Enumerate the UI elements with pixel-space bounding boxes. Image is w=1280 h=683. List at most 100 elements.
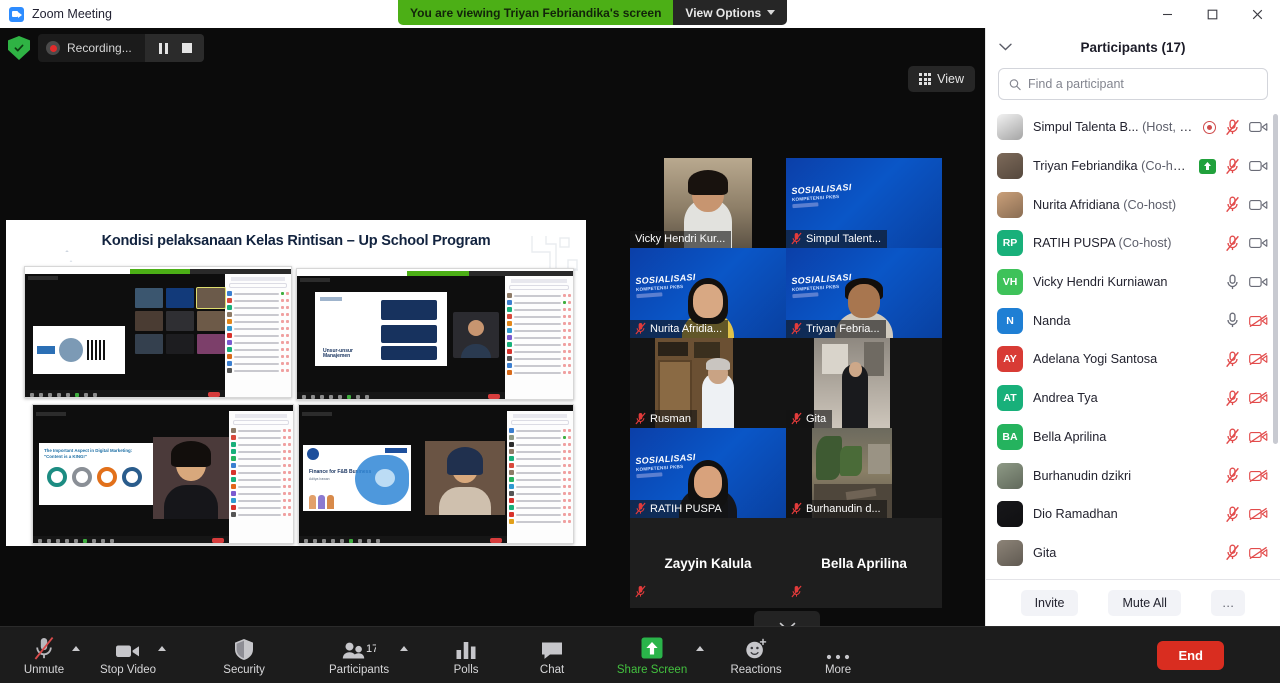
- microphone-muted-icon[interactable]: [1225, 158, 1240, 175]
- video-tile[interactable]: SOSIALISASI KOMPETENSI PKBS: [630, 428, 786, 518]
- microphone-muted-icon[interactable]: [1225, 196, 1240, 213]
- participant-status-icons: [1225, 235, 1268, 252]
- video-camera-off-icon[interactable]: [1249, 391, 1268, 405]
- microphone-icon[interactable]: [1225, 274, 1240, 291]
- participant-row[interactable]: Nurita Afridiana (Co-host): [986, 185, 1280, 224]
- participant-row[interactable]: Simpul Talenta B... (Host, me): [986, 108, 1280, 147]
- microphone-muted-icon[interactable]: [1225, 467, 1240, 484]
- microphone-muted-icon[interactable]: [1225, 390, 1240, 407]
- microphone-muted-icon[interactable]: [1225, 235, 1240, 252]
- end-meeting-button[interactable]: End: [1157, 640, 1224, 670]
- participants-options-caret-icon[interactable]: [400, 645, 409, 651]
- mic-options-caret-icon[interactable]: [72, 645, 80, 651]
- participant-row[interactable]: Burhanudin dzikri: [986, 456, 1280, 495]
- view-button[interactable]: View: [908, 66, 975, 92]
- zoom-meeting-window: Zoom Meeting You are viewing Triyan Febr…: [0, 0, 1280, 683]
- security-button[interactable]: Security: [218, 627, 270, 683]
- microphone-muted-icon[interactable]: [1225, 119, 1240, 136]
- participant-name: Burhanudin dzikri: [1033, 468, 1132, 483]
- participant-row[interactable]: AY Adelana Yogi Santosa: [986, 340, 1280, 379]
- chat-button[interactable]: Chat: [526, 627, 578, 683]
- stop-icon[interactable]: [182, 43, 193, 53]
- video-tile[interactable]: Bella Aprilina: [786, 518, 942, 608]
- panel-collapse-button[interactable]: [996, 38, 1014, 56]
- minimize-icon[interactable]: [1145, 0, 1190, 28]
- tile-name-label: RATIH PUSPA: [630, 500, 728, 518]
- video-camera-icon[interactable]: [1249, 236, 1268, 250]
- video-tile[interactable]: SOSIALISASI KOMPETENSI PKBS: [630, 248, 786, 338]
- mute-all-button[interactable]: Mute All: [1108, 590, 1181, 616]
- participant-row[interactable]: Gita: [986, 534, 1280, 573]
- participant-row[interactable]: VH Vicky Hendri Kurniawan: [986, 263, 1280, 302]
- video-tile[interactable]: SOSIALISASI KOMPETENSI PKBS: [786, 248, 942, 338]
- participant-row[interactable]: BA Bella Aprilina: [986, 418, 1280, 457]
- microphone-muted-icon[interactable]: [1225, 351, 1240, 368]
- share-options-caret-icon[interactable]: [696, 645, 705, 651]
- recording-controls: [144, 34, 205, 62]
- participant-row[interactable]: RP RATIH PUSPA (Co-host): [986, 224, 1280, 263]
- participant-row[interactable]: Dio Ramadhan: [986, 495, 1280, 534]
- video-tile[interactable]: Vicky Hendri Kur...: [630, 158, 786, 248]
- participant-name: Triyan Febriandika (Co-host): [1033, 159, 1189, 174]
- participant-status-icons: [1225, 544, 1268, 561]
- avatar: AT: [997, 385, 1023, 412]
- participant-search[interactable]: [998, 68, 1268, 100]
- invite-button[interactable]: Invite: [1020, 590, 1079, 616]
- nested-zoom-screenshot: Unsur-unsur Manajemen: [296, 268, 574, 400]
- participant-list[interactable]: Simpul Talenta B... (Host, me) Triyan Fe…: [986, 108, 1280, 579]
- tile-name-text: Rusman: [650, 412, 691, 425]
- tile-name-text: Burhanudin d...: [806, 502, 881, 515]
- participant-row[interactable]: AT Andrea Tya: [986, 379, 1280, 418]
- video-camera-off-icon[interactable]: [1249, 546, 1268, 560]
- view-options-button[interactable]: View Options: [673, 0, 788, 25]
- share-screen-button[interactable]: Share Screen: [610, 627, 694, 683]
- security-shield-icon[interactable]: [8, 36, 30, 60]
- video-camera-icon[interactable]: [1249, 275, 1268, 289]
- more-button[interactable]: More: [812, 627, 864, 683]
- video-camera-off-icon[interactable]: [1249, 507, 1268, 521]
- microphone-icon[interactable]: [1225, 312, 1240, 329]
- video-tile[interactable]: SOSIALISASI KOMPETENSI PKBS Simpul Talent…: [786, 158, 942, 248]
- video-tile[interactable]: Burhanudin d...: [786, 428, 942, 518]
- participant-list-scrollbar[interactable]: [1273, 114, 1278, 444]
- avatar: [997, 153, 1023, 180]
- video-tile[interactable]: Zayyin Kalula: [630, 518, 786, 608]
- polls-button[interactable]: Polls: [440, 627, 492, 683]
- reactions-button[interactable]: Reactions: [730, 627, 782, 683]
- participant-name: Simpul Talenta B... (Host, me): [1033, 120, 1193, 135]
- microphone-muted-icon: [635, 585, 646, 598]
- unmute-button[interactable]: Unmute: [18, 627, 70, 683]
- video-tile[interactable]: Rusman: [630, 338, 786, 428]
- video-camera-off-icon[interactable]: [1249, 352, 1268, 366]
- participant-status-icons: [1225, 428, 1268, 445]
- search-input[interactable]: [1028, 77, 1257, 91]
- maximize-icon[interactable]: [1190, 0, 1235, 28]
- video-tile[interactable]: Gita: [786, 338, 942, 428]
- share-screen-up-arrow-icon: [639, 635, 665, 661]
- participants-more-button[interactable]: …: [1210, 590, 1246, 616]
- stop-video-button[interactable]: Stop Video: [100, 627, 156, 683]
- participant-row[interactable]: N Nanda: [986, 301, 1280, 340]
- video-camera-icon[interactable]: [1249, 159, 1268, 173]
- shared-screen-content[interactable]: Kondisi pelaksanaan Kelas Rintisan – Up …: [6, 220, 586, 546]
- pause-icon[interactable]: [158, 42, 169, 54]
- video-camera-off-icon[interactable]: [1249, 430, 1268, 444]
- video-camera-off-icon[interactable]: [1249, 314, 1268, 328]
- virtual-background-logo: SOSIALISASI KOMPETENSI PKBS: [791, 182, 855, 216]
- microphone-muted-icon[interactable]: [1225, 506, 1240, 523]
- participants-button[interactable]: 17 Participants: [320, 627, 398, 683]
- close-icon[interactable]: [1235, 0, 1280, 28]
- microphone-muted-icon[interactable]: [1225, 544, 1240, 561]
- microphone-muted-icon: [635, 502, 646, 515]
- participant-name: Andrea Tya: [1033, 391, 1098, 406]
- video-camera-off-icon[interactable]: [1249, 469, 1268, 483]
- share-banner-message: You are viewing Triyan Febriandika's scr…: [398, 0, 674, 25]
- microphone-muted-icon[interactable]: [1225, 428, 1240, 445]
- participant-row[interactable]: Triyan Febriandika (Co-host): [986, 147, 1280, 186]
- tile-name-text: Gita: [806, 412, 827, 425]
- participant-name: Bella Aprilina: [1033, 429, 1107, 444]
- participant-row[interactable]: GKGita Kurnia: [986, 572, 1280, 579]
- video-camera-icon[interactable]: [1249, 198, 1268, 212]
- video-options-caret-icon[interactable]: [158, 645, 167, 651]
- video-camera-icon[interactable]: [1249, 120, 1268, 134]
